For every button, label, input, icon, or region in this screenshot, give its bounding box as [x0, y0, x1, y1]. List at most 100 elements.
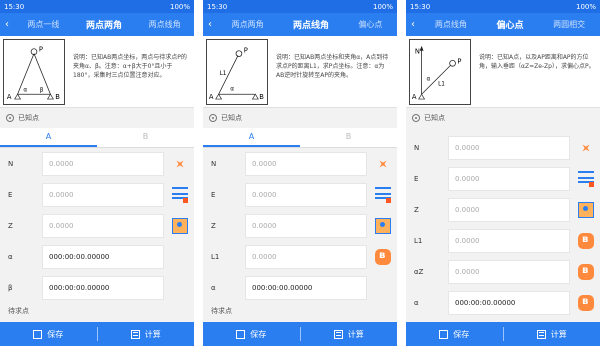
- field-label: E: [8, 190, 13, 199]
- field-row-l1: L1 0.0000: [203, 241, 397, 272]
- bluetooth-icon[interactable]: [578, 232, 594, 249]
- geometry-diagram: P L1 A α B: [206, 39, 268, 105]
- field-label: E: [414, 174, 419, 183]
- bluetooth-icon[interactable]: [578, 263, 594, 280]
- calculator-icon: [536, 329, 546, 339]
- field-label: α: [8, 252, 13, 261]
- tab-mode-active[interactable]: 两点线角: [278, 18, 343, 31]
- n-input[interactable]: 0.0000: [448, 135, 570, 160]
- map-icon[interactable]: [375, 217, 391, 234]
- target-icon: [6, 114, 14, 122]
- point-tabs: A B: [0, 128, 194, 148]
- tab-mode[interactable]: 两圆相交: [538, 19, 600, 30]
- tab-mode-active[interactable]: 两点两角: [73, 18, 136, 31]
- alpha-input[interactable]: 000:00:00.00000: [245, 275, 367, 300]
- target-point-label: 待求点: [8, 307, 29, 315]
- field-row-e: E 0.0000: [203, 179, 397, 210]
- target-point-label: 待求点: [211, 307, 232, 315]
- list-icon[interactable]: [375, 186, 391, 203]
- alpha-input[interactable]: 000:00:00.00000: [42, 244, 164, 269]
- tab-mode[interactable]: 偏心点: [344, 19, 397, 30]
- e-input[interactable]: 0.0000: [42, 182, 164, 207]
- save-icon: [33, 329, 43, 339]
- field-label: N: [8, 159, 14, 168]
- save-button[interactable]: 保存: [406, 322, 503, 346]
- status-time: 15:30: [207, 2, 228, 11]
- back-arrow-icon[interactable]: ‹: [406, 19, 420, 30]
- save-button[interactable]: 保存: [203, 322, 300, 346]
- z-input[interactable]: 0.0000: [245, 213, 367, 238]
- list-icon[interactable]: [172, 186, 188, 203]
- l1-input[interactable]: 0.0000: [448, 228, 570, 253]
- battery-text: 100%: [372, 2, 393, 11]
- phone-panel-two-point-line-angle: 15:30 100% ‹ 两点两角 两点线角 偏心点 P L1 A α B 说明…: [203, 0, 397, 346]
- e-input[interactable]: 0.0000: [448, 166, 570, 191]
- known-point-label: 已知点: [18, 114, 39, 122]
- e-input[interactable]: 0.0000: [245, 182, 367, 207]
- tab-mode[interactable]: 两点线角: [420, 19, 482, 30]
- z-input[interactable]: 0.0000: [448, 197, 570, 222]
- description-card: N P α L1 A 说明：已知A点，以及AP距离和AP的方位角，输入垂距（αZ…: [406, 36, 600, 108]
- map-icon[interactable]: [578, 201, 594, 218]
- save-button[interactable]: 保存: [0, 322, 97, 346]
- bluetooth-icon[interactable]: [375, 248, 391, 265]
- calculate-button[interactable]: 计算: [301, 322, 398, 346]
- compass-icon[interactable]: [578, 140, 594, 156]
- known-point-label: 已知点: [221, 114, 242, 122]
- save-label: 保存: [453, 329, 470, 339]
- tab-mode-active[interactable]: 偏心点: [482, 18, 539, 31]
- field-row-z: Z 0.0000: [0, 210, 194, 241]
- screenshot-collage: 15:30 100% ‹ 两点一线 两点两角 两点线角 P A α β B 说明…: [0, 0, 600, 346]
- tab-point-b[interactable]: B: [97, 128, 194, 147]
- beta-input[interactable]: 000:00:00.00000: [42, 275, 164, 300]
- field-label: Z: [414, 205, 419, 214]
- bluetooth-icon[interactable]: [578, 294, 594, 311]
- target-icon: [209, 114, 217, 122]
- field-label: E: [211, 190, 216, 199]
- known-point-header: 已知点: [203, 108, 397, 128]
- field-label: Z: [211, 221, 216, 230]
- diagram-label: A: [209, 93, 214, 101]
- back-arrow-icon[interactable]: ‹: [203, 19, 217, 30]
- field-label: β: [8, 283, 13, 292]
- mode-tab-bar: ‹ 两点线角 偏心点 两圆相交: [406, 13, 600, 36]
- n-input[interactable]: 0.0000: [245, 151, 367, 176]
- calculator-icon: [333, 329, 343, 339]
- back-arrow-icon[interactable]: ‹: [0, 19, 14, 30]
- bottom-action-bar: 保存 计算: [203, 322, 397, 346]
- n-input[interactable]: 0.0000: [42, 151, 164, 176]
- map-icon[interactable]: [172, 217, 188, 234]
- diagram-label: β: [40, 87, 44, 93]
- calculate-label: 计算: [347, 329, 364, 339]
- z-input[interactable]: 0.0000: [42, 213, 164, 238]
- tab-mode[interactable]: 两点两角: [217, 19, 278, 30]
- field-row-beta: β 000:00:00.00000: [0, 272, 194, 303]
- diagram-label: B: [55, 93, 60, 101]
- field-row-e: E 0.0000: [406, 163, 600, 194]
- diagram-label: P: [39, 46, 43, 54]
- save-label: 保存: [250, 329, 267, 339]
- l1-input[interactable]: 0.0000: [245, 244, 367, 269]
- save-label: 保存: [47, 329, 64, 339]
- compass-icon[interactable]: [172, 156, 188, 172]
- delta-z-input[interactable]: 0.0000: [448, 259, 570, 284]
- alpha-input[interactable]: 000:00:00.00000: [448, 290, 570, 315]
- diagram-label: α: [23, 87, 27, 93]
- tab-point-a[interactable]: A: [0, 128, 97, 147]
- calculate-button[interactable]: 计算: [504, 322, 600, 346]
- status-time: 15:30: [410, 2, 431, 11]
- tab-point-b[interactable]: B: [300, 128, 397, 147]
- field-row-n: N 0.0000: [406, 132, 600, 163]
- field-label: α: [414, 298, 419, 307]
- list-icon[interactable]: [578, 170, 594, 187]
- target-icon: [412, 114, 420, 122]
- tab-mode[interactable]: 两点一线: [14, 19, 73, 30]
- description-card: P L1 A α B 说明：已知AB两点坐标和夹角α，A点到待求点P的距离L1，…: [203, 36, 397, 108]
- tab-mode[interactable]: 两点线角: [135, 19, 194, 30]
- tab-point-a[interactable]: A: [203, 128, 300, 147]
- calculate-button[interactable]: 计算: [98, 322, 195, 346]
- save-icon: [439, 329, 449, 339]
- compass-icon[interactable]: [375, 156, 391, 172]
- phone-panel-two-point-two-angle: 15:30 100% ‹ 两点一线 两点两角 两点线角 P A α β B 说明…: [0, 0, 194, 346]
- known-point-label: 已知点: [424, 114, 445, 122]
